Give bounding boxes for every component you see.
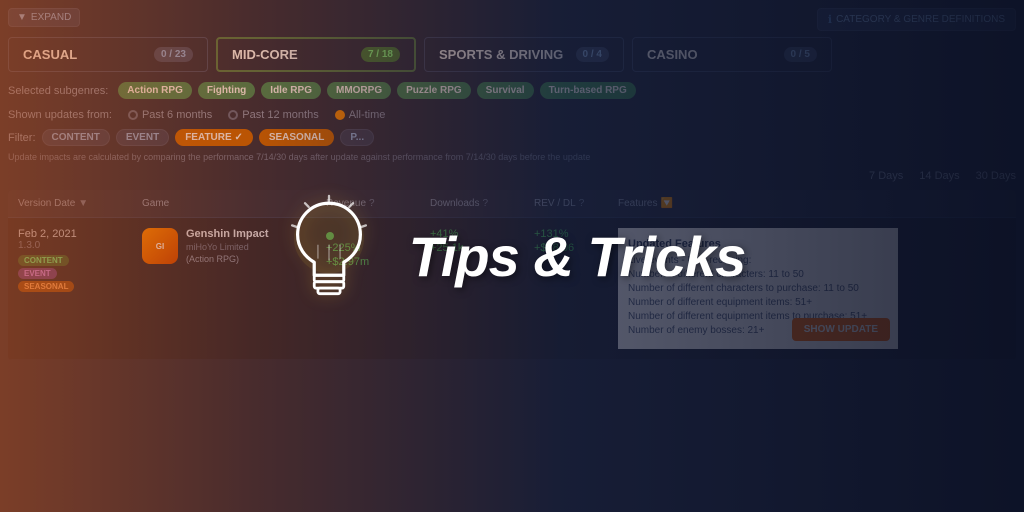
- lightbulb-svg: [279, 194, 379, 314]
- tips-overlay: Tips & Tricks: [0, 0, 1024, 512]
- tips-card: Tips & Tricks: [279, 194, 746, 319]
- tips-tricks-title: Tips & Tricks: [409, 224, 746, 289]
- lightbulb-icon: [279, 194, 379, 319]
